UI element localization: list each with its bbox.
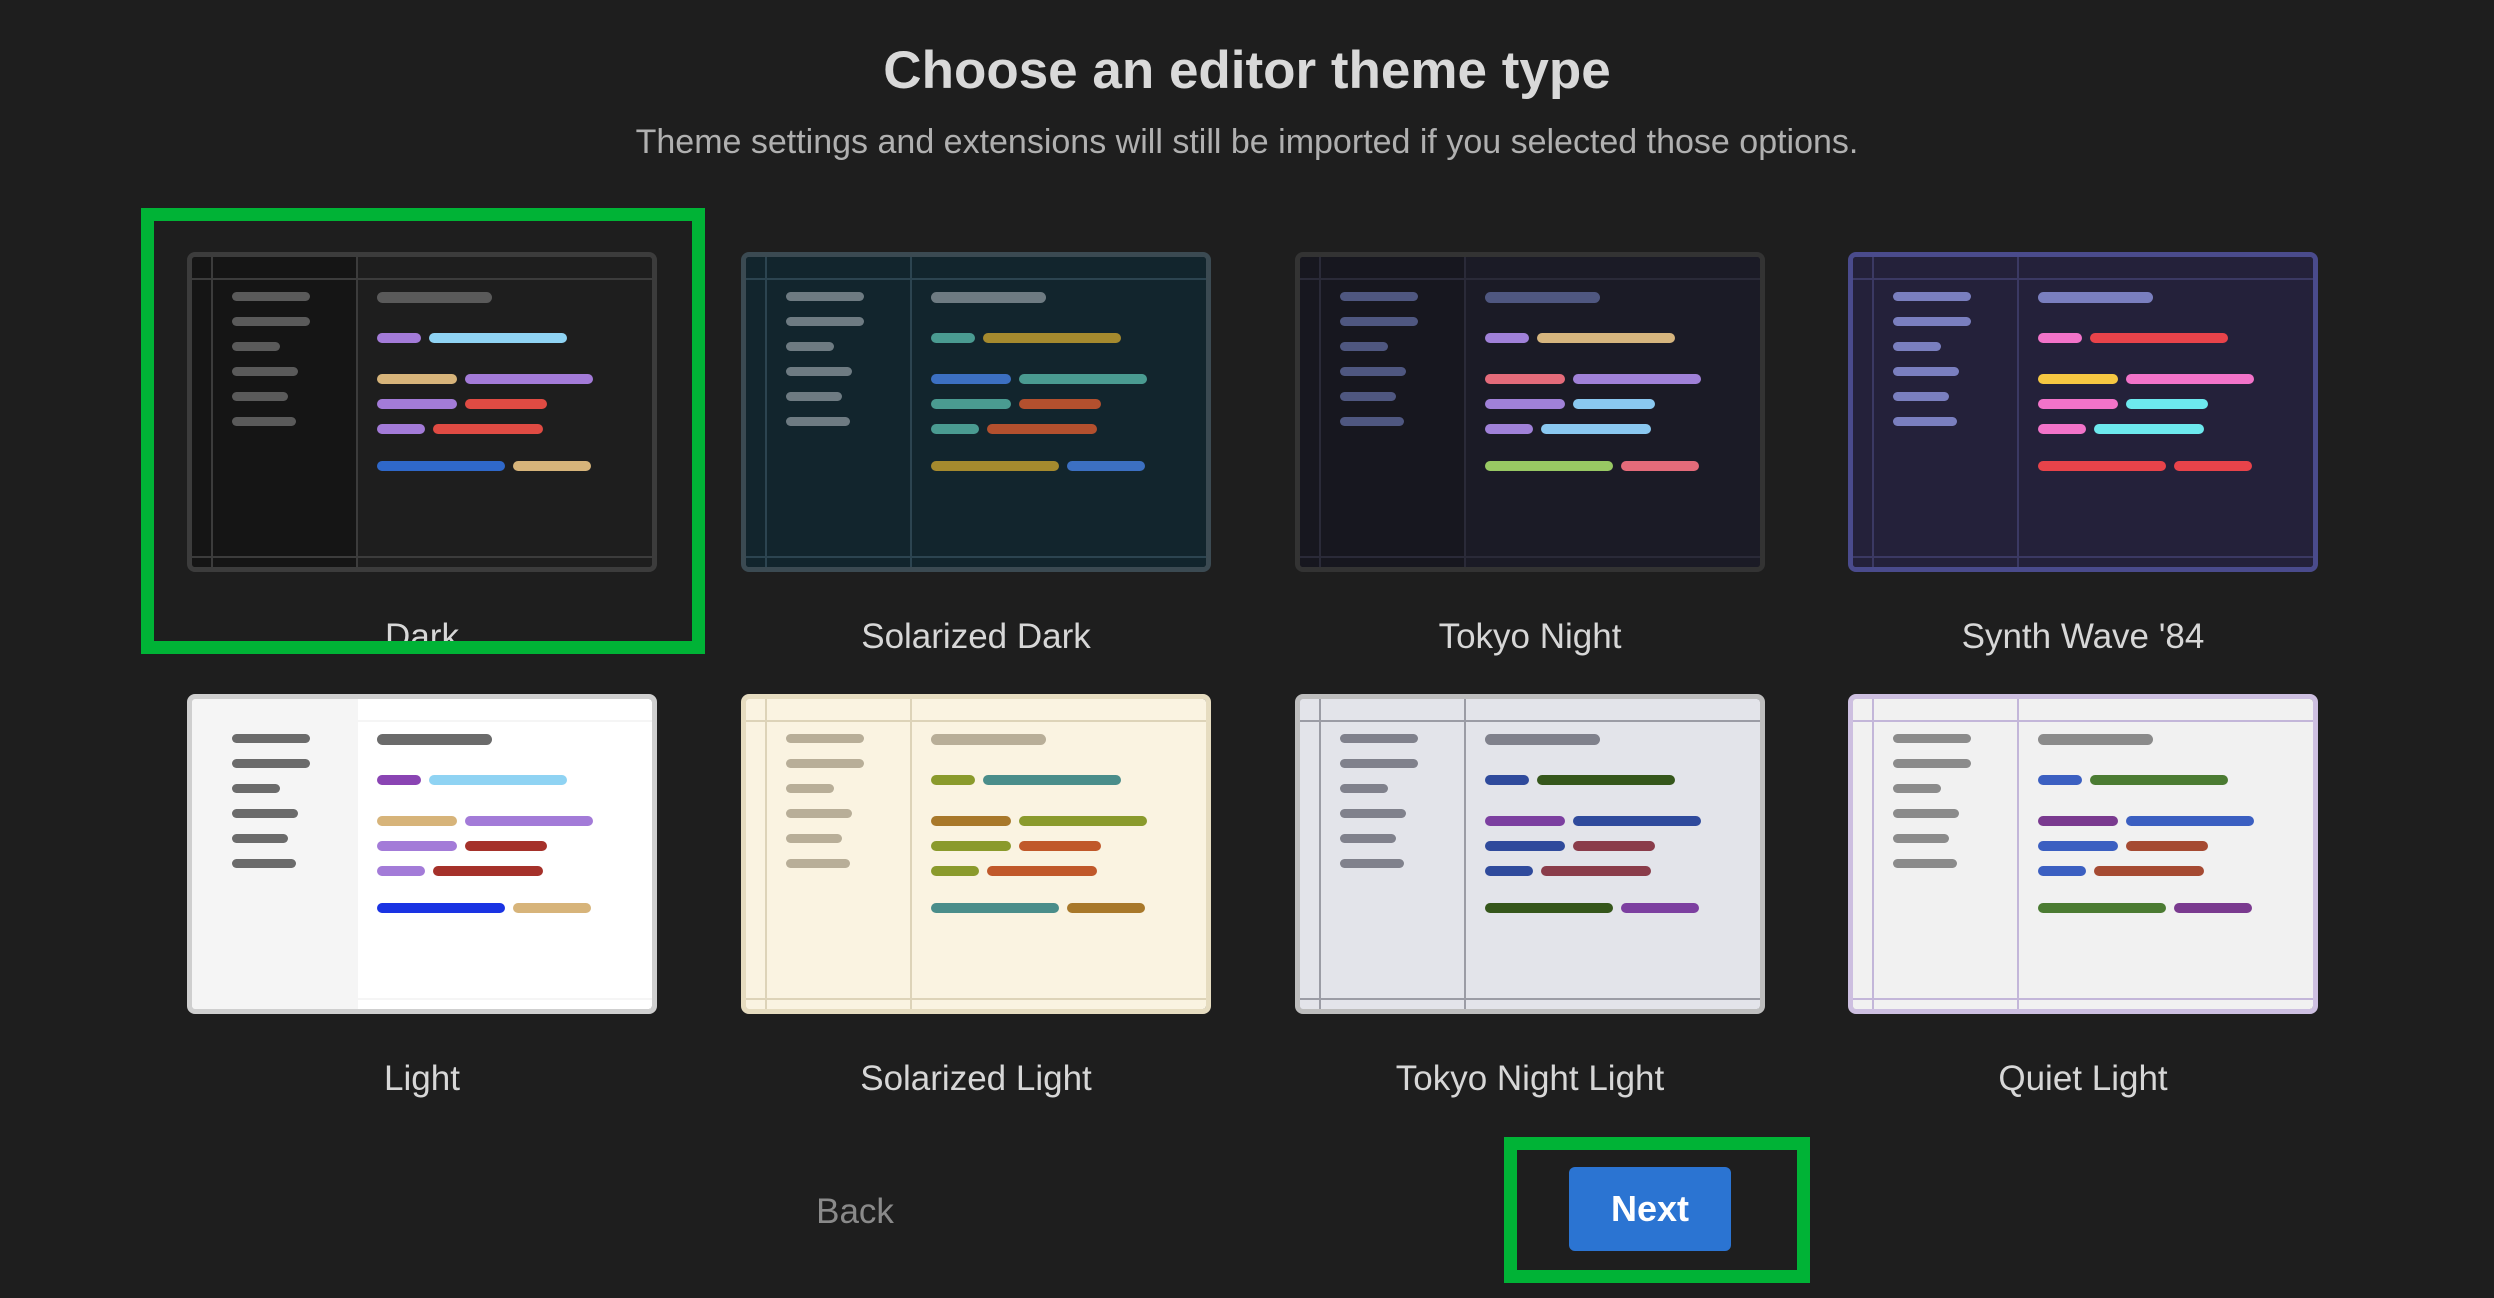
theme-label: Dark — [385, 617, 459, 656]
theme-label: Tokyo Night — [1438, 617, 1622, 656]
theme-label: Quiet Light — [1998, 1059, 2168, 1098]
theme-label: Solarized Dark — [861, 617, 1091, 656]
next-button[interactable]: Next — [1569, 1167, 1731, 1251]
theme-preview — [741, 252, 1211, 572]
theme-label: Tokyo Night Light — [1395, 1059, 1665, 1098]
page-title: Choose an editor theme type — [883, 41, 1611, 100]
page-subtitle: Theme settings and extensions will still… — [635, 123, 1859, 161]
theme-card-light[interactable]: Light — [187, 694, 727, 1098]
theme-preview — [1295, 252, 1765, 572]
theme-preview — [741, 694, 1211, 1014]
theme-card-dark[interactable]: Dark — [141, 208, 727, 656]
theme-card-solarized-light[interactable]: Solarized Light — [741, 694, 1281, 1098]
theme-label: Solarized Light — [860, 1059, 1092, 1098]
theme-preview — [1295, 694, 1765, 1014]
theme-preview — [1848, 252, 2318, 572]
theme-card-quiet-light[interactable]: Quiet Light — [1848, 694, 2388, 1098]
theme-label: Light — [384, 1059, 460, 1098]
theme-label: Synth Wave '84 — [1961, 617, 2205, 656]
theme-preview — [187, 252, 657, 572]
back-button[interactable]: Back — [755, 1182, 955, 1242]
theme-card-tokyo-night[interactable]: Tokyo Night — [1295, 252, 1835, 656]
theme-preview — [1848, 694, 2318, 1014]
theme-card-solarized-dark[interactable]: Solarized Dark — [741, 252, 1281, 656]
theme-card-synth-wave-84[interactable]: Synth Wave '84 — [1848, 252, 2388, 656]
theme-preview — [187, 694, 657, 1014]
theme-card-tokyo-night-light[interactable]: Tokyo Night Light — [1295, 694, 1835, 1098]
